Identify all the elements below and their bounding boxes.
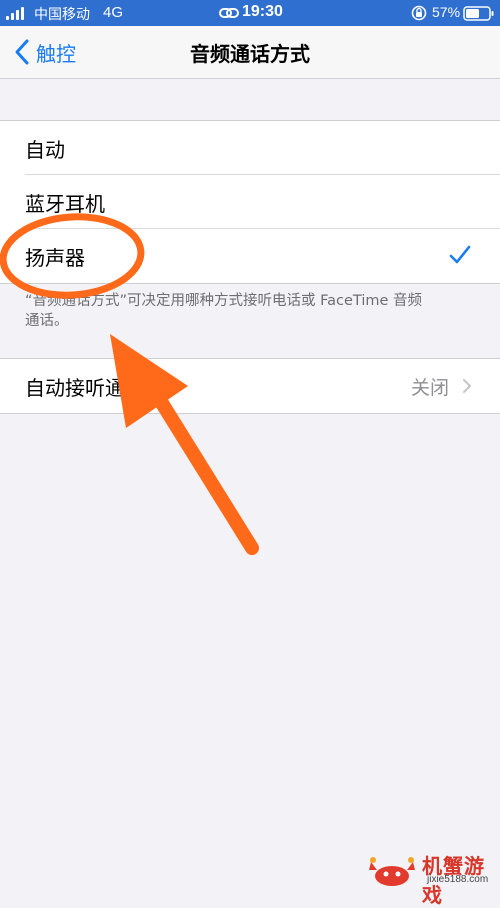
chevron-right-icon xyxy=(463,379,471,393)
auto-answer-label: 自动接听通 xyxy=(25,376,125,400)
status-time: 19:30 xyxy=(242,3,283,20)
watermark-url: jixie5188.com xyxy=(427,874,489,885)
battery-icon xyxy=(463,6,494,21)
option-label: 自动 xyxy=(25,138,65,162)
network-type: 4G xyxy=(103,4,124,21)
auto-answer-value: 关闭 xyxy=(411,377,450,399)
option-label: 扬声器 xyxy=(25,246,85,270)
section-footer-note: “音频通话方式”可决定用哪种方式接听电话或 FaceTime 音频通话。 xyxy=(25,293,423,329)
battery-percent: 57% xyxy=(432,4,461,20)
option-speaker[interactable]: 扬声器 xyxy=(0,229,500,283)
watermark: 机蟹游戏 jixie5188.com xyxy=(365,848,500,907)
signal-icon xyxy=(6,7,28,20)
auto-answer-row[interactable]: 自动接听通 关闭 xyxy=(0,358,500,414)
link-icon xyxy=(219,8,239,18)
option-bluetooth-headset[interactable]: 蓝牙耳机 xyxy=(0,175,500,229)
carrier-label: 中国移动 xyxy=(34,7,90,23)
status-bar: 中国移动 4G 19:30 57% xyxy=(0,0,500,26)
audio-routing-list: 自动 蓝牙耳机 扬声器 xyxy=(0,120,500,284)
checkmark-icon xyxy=(449,245,471,264)
arrow-shaft xyxy=(153,393,259,555)
rotation-lock-icon xyxy=(411,5,427,21)
page-title: 音频通话方式 xyxy=(190,42,310,66)
crab-logo-icon xyxy=(369,857,415,886)
option-auto[interactable]: 自动 xyxy=(0,121,500,175)
nav-bar: 触控 音频通话方式 xyxy=(0,26,500,79)
option-label: 蓝牙耳机 xyxy=(25,192,105,216)
